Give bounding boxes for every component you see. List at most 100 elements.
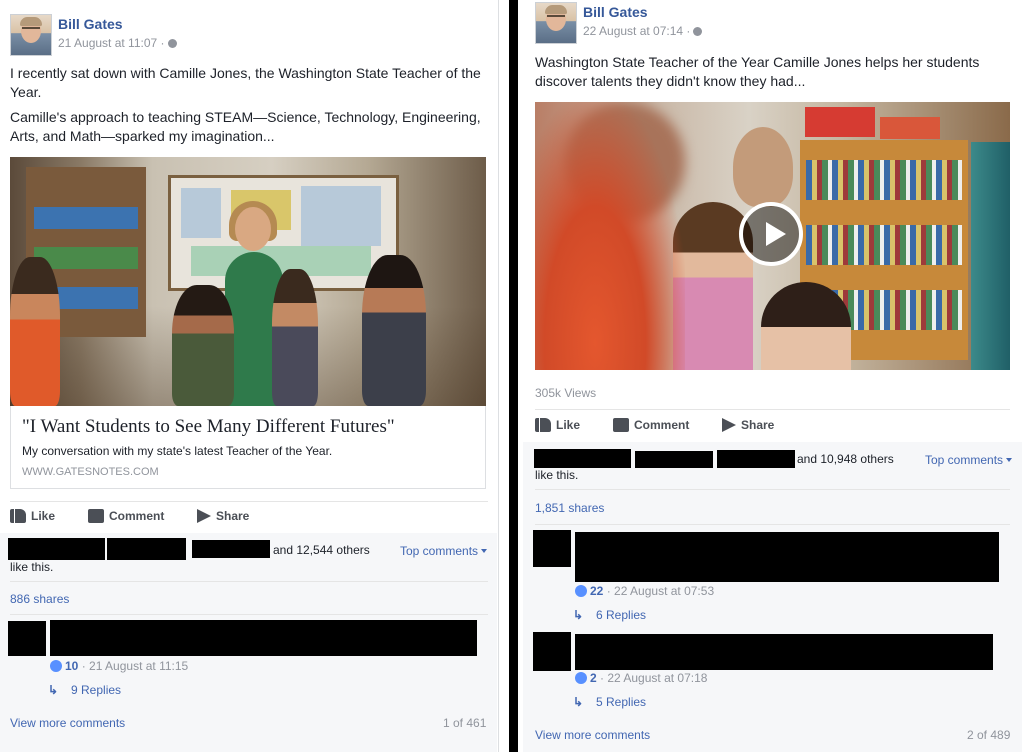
- likes-summary[interactable]: and 10,948 others: [797, 452, 894, 466]
- box-graphic: [880, 117, 940, 139]
- comment-label: Comment: [109, 509, 165, 523]
- share-label: Share: [216, 509, 250, 523]
- like-badge-icon: [575, 585, 587, 597]
- top-comments-dropdown[interactable]: Top comments: [925, 453, 1012, 467]
- link-image[interactable]: [10, 157, 486, 406]
- view-count: 305k Views: [535, 386, 597, 400]
- replies-label: 9 Replies: [71, 683, 122, 697]
- curtain-graphic: [971, 142, 1010, 370]
- view-replies-link[interactable]: ↳ 5 Replies: [573, 695, 646, 709]
- comment-button[interactable]: Comment: [613, 418, 689, 432]
- comment-time[interactable]: · 21 August at 11:15: [82, 659, 189, 673]
- likes-summary[interactable]: and 12,544 others: [273, 543, 370, 557]
- link-domain: WWW.GATESNOTES.COM: [22, 466, 159, 478]
- like-count: 22: [590, 584, 604, 598]
- redacted-comment: [50, 620, 477, 656]
- author-avatar[interactable]: [10, 14, 52, 56]
- post-timestamp[interactable]: 22 August at 07:14 ·: [583, 24, 703, 38]
- replies-label: 5 Replies: [596, 695, 647, 709]
- like-label: Like: [556, 418, 581, 432]
- comment-time[interactable]: · 22 August at 07:18: [600, 671, 707, 685]
- like-count: 10: [65, 659, 79, 673]
- author-avatar[interactable]: [535, 2, 577, 44]
- comments-pager: 2 of 489: [967, 728, 1011, 742]
- share-icon: [722, 418, 736, 432]
- link-description: My conversation with my state's latest T…: [22, 444, 333, 458]
- link-title[interactable]: "I Want Students to See Many Different F…: [22, 416, 395, 438]
- replies-label: 6 Replies: [596, 608, 647, 622]
- comment-likes[interactable]: 2 · 22 August at 07:18: [575, 671, 707, 685]
- author-name[interactable]: Bill Gates: [58, 16, 123, 32]
- play-icon: [766, 222, 786, 246]
- redacted-name: [192, 540, 270, 558]
- comment-button[interactable]: Comment: [88, 509, 164, 523]
- reply-arrow-icon: ↳: [48, 683, 59, 697]
- divider: [535, 409, 1010, 410]
- shares-count[interactable]: 886 shares: [10, 592, 69, 606]
- blurred-foreground-graphic: [535, 102, 685, 370]
- like-badge-icon: [50, 660, 62, 672]
- post-card-left: Bill Gates 21 August at 11:07 · I recent…: [0, 0, 499, 752]
- top-comments-dropdown[interactable]: Top comments: [400, 544, 487, 558]
- redacted-name: [107, 538, 186, 560]
- like-label: Like: [31, 509, 56, 523]
- like-icon: [10, 509, 26, 523]
- redacted-avatar: [8, 621, 46, 656]
- redacted-name: [534, 449, 631, 468]
- globe-icon: [167, 39, 177, 48]
- like-count: 2: [590, 671, 597, 685]
- reply-arrow-icon: ↳: [573, 695, 584, 709]
- divider: [10, 581, 488, 582]
- post-text: Camille's approach to teaching STEAM—Sci…: [10, 109, 481, 144]
- timestamp-text[interactable]: 22 August at 07:14 ·: [583, 24, 690, 38]
- likes-summary-suffix: like this.: [10, 560, 54, 574]
- redacted-avatar: [533, 632, 571, 671]
- comment-likes[interactable]: 22 · 22 August at 07:53: [575, 584, 714, 598]
- basket-graphic: [805, 107, 875, 137]
- comments-pager: 1 of 461: [443, 716, 487, 730]
- comment-likes[interactable]: 10 · 21 August at 11:15: [50, 659, 188, 673]
- post-text: Washington State Teacher of the Year Cam…: [535, 54, 980, 89]
- view-replies-link[interactable]: ↳ 9 Replies: [48, 683, 121, 697]
- comment-icon: [88, 509, 104, 523]
- redacted-name: [635, 451, 713, 468]
- divider: [10, 501, 488, 502]
- post-timestamp[interactable]: 21 August at 11:07 ·: [58, 36, 177, 50]
- redacted-comment: [575, 532, 999, 582]
- like-badge-icon: [575, 672, 587, 684]
- play-button[interactable]: [739, 202, 803, 266]
- view-more-comments[interactable]: View more comments: [535, 728, 650, 742]
- share-button[interactable]: Share: [722, 418, 774, 432]
- reply-arrow-icon: ↳: [573, 608, 584, 622]
- post-text: I recently sat down with Camille Jones, …: [10, 65, 481, 100]
- redacted-comment: [575, 634, 993, 670]
- redacted-avatar: [533, 530, 571, 567]
- likes-summary-suffix: like this.: [535, 468, 579, 482]
- share-icon: [197, 509, 211, 523]
- like-button[interactable]: Like: [535, 418, 580, 432]
- divider: [535, 524, 1010, 525]
- shares-count[interactable]: 1,851 shares: [535, 501, 604, 515]
- black-separator: [509, 0, 518, 752]
- divider: [10, 614, 488, 615]
- video-player[interactable]: [535, 102, 1010, 370]
- comment-time[interactable]: · 22 August at 07:53: [607, 584, 714, 598]
- share-button[interactable]: Share: [197, 509, 249, 523]
- like-button[interactable]: Like: [10, 509, 55, 523]
- like-icon: [535, 418, 551, 432]
- divider: [535, 489, 1010, 490]
- post-card-right: Bill Gates 22 August at 07:14 · Washingt…: [523, 0, 1022, 752]
- author-name[interactable]: Bill Gates: [583, 4, 648, 20]
- teacher-graphic: [733, 127, 793, 207]
- globe-icon: [693, 27, 703, 36]
- view-more-comments[interactable]: View more comments: [10, 716, 125, 730]
- comment-icon: [613, 418, 629, 432]
- comment-label: Comment: [634, 418, 690, 432]
- redacted-name: [8, 538, 105, 560]
- link-preview[interactable]: "I Want Students to See Many Different F…: [10, 406, 486, 489]
- student-graphic: [761, 282, 851, 370]
- view-replies-link[interactable]: ↳ 6 Replies: [573, 608, 646, 622]
- share-label: Share: [741, 418, 775, 432]
- redacted-name: [717, 450, 795, 468]
- timestamp-text[interactable]: 21 August at 11:07 ·: [58, 36, 165, 50]
